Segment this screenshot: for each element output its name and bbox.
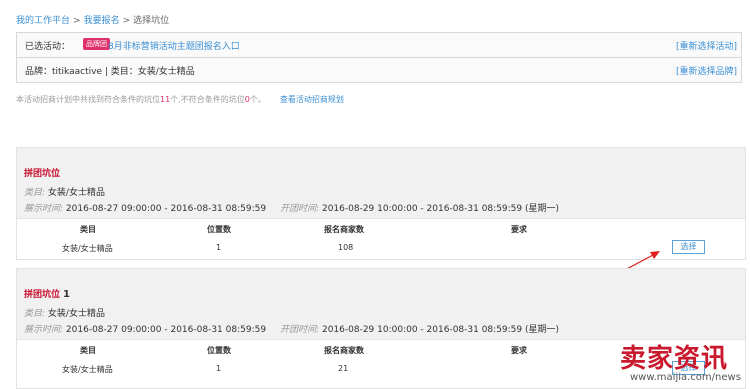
slot-times: 展示时间: 2016-08-27 09:00:00 - 2016-08-31 0… bbox=[24, 322, 559, 335]
show-time-value: 2016-08-27 09:00:00 - 2016-08-31 08:59:5… bbox=[65, 204, 267, 214]
matching-count: 11 bbox=[160, 95, 171, 104]
breadcrumb-separator: > bbox=[122, 16, 131, 26]
breadcrumb-separator: > bbox=[73, 16, 81, 26]
selected-activity-row: 已选活动： 品牌团 8月非标营销活动主题团报名入口 [重新选择活动] bbox=[16, 32, 742, 58]
cell-merchants: 108 bbox=[338, 243, 354, 252]
category-key: 类目: bbox=[24, 188, 46, 198]
category-value: 女装/女士精品 bbox=[47, 188, 105, 198]
header-merchants: 报名商家数 bbox=[324, 225, 364, 234]
activity-link[interactable]: 8月非标营销活动主题团报名入口 bbox=[108, 39, 240, 52]
header-merchants: 报名商家数 bbox=[324, 346, 364, 355]
slot-title: 拼团坑位 bbox=[24, 166, 63, 179]
slot-title-text: 拼团坑位 bbox=[24, 169, 61, 179]
slot-category: 类目: 女装/女士精品 bbox=[24, 185, 105, 198]
summary-prefix: 本活动招商计划中共找到符合条件的坑位 bbox=[16, 95, 160, 104]
cell-category: 女装/女士精品 bbox=[62, 244, 113, 253]
category-value: 女装/女士精品 bbox=[47, 309, 105, 319]
slot-card: 拼团坑位 类目: 女装/女士精品 展示时间: 2016-08-27 09:00:… bbox=[16, 147, 746, 260]
cell-positions: 1 bbox=[216, 364, 222, 373]
select-button[interactable]: 选择 bbox=[672, 240, 705, 254]
cell-category: 女装/女士精品 bbox=[62, 365, 113, 374]
reselect-brand-link[interactable]: [重新选择品牌] bbox=[676, 64, 737, 77]
watermark-title: 卖家资讯 bbox=[620, 344, 729, 374]
breadcrumb: 我的工作平台 > 我要报名 > 选择坑位 bbox=[16, 13, 169, 26]
slot-category: 类目: 女装/女士精品 bbox=[24, 306, 105, 319]
slot-title: 拼团坑位 1 bbox=[24, 287, 70, 300]
header-positions: 位置数 bbox=[207, 346, 231, 355]
view-plan-link[interactable]: 查看活动招商规划 bbox=[280, 95, 344, 104]
cell-positions: 1 bbox=[216, 243, 222, 252]
open-time-value: 2016-08-29 10:00:00 - 2016-08-31 08:59:5… bbox=[321, 325, 560, 335]
open-time-key: 开团时间: bbox=[280, 325, 320, 335]
slot-number: 1 bbox=[63, 289, 70, 300]
selected-activity-label: 已选活动： bbox=[25, 42, 71, 52]
header-positions: 位置数 bbox=[207, 225, 231, 234]
header-requirements: 要求 bbox=[511, 225, 527, 234]
show-time-key: 展示时间: bbox=[24, 325, 64, 335]
summary-mid: 个,不符合条件的坑位 bbox=[170, 95, 245, 104]
summary-text: 本活动招商计划中共找到符合条件的坑位11个,不符合条件的坑位0个。 查看活动招商规… bbox=[16, 94, 344, 105]
slot-times: 展示时间: 2016-08-27 09:00:00 - 2016-08-31 0… bbox=[24, 201, 559, 214]
breadcrumb-item-workbench[interactable]: 我的工作平台 bbox=[16, 16, 70, 26]
summary-suffix: 个。 bbox=[249, 95, 266, 104]
category-key: 类目: bbox=[24, 309, 46, 319]
cell-merchants: 21 bbox=[338, 364, 349, 373]
header-requirements: 要求 bbox=[511, 346, 527, 355]
breadcrumb-item-signup[interactable]: 我要报名 bbox=[84, 16, 120, 26]
open-time-key: 开团时间: bbox=[280, 204, 320, 214]
reselect-activity-link[interactable]: [重新选择活动] bbox=[676, 39, 737, 52]
activity-type-badge: 品牌团 bbox=[83, 38, 110, 50]
slot-title-text: 拼团坑位 bbox=[24, 290, 61, 300]
show-time-value: 2016-08-27 09:00:00 - 2016-08-31 08:59:5… bbox=[65, 325, 267, 335]
header-category: 类目 bbox=[80, 225, 96, 234]
breadcrumb-item-current: 选择坑位 bbox=[133, 16, 170, 26]
watermark-url: www.maijia.com/news bbox=[630, 372, 741, 383]
brand-row: 品牌：titikaactive | 类目：女装/女士精品 [重新选择品牌] bbox=[16, 57, 742, 83]
show-time-key: 展示时间: bbox=[24, 204, 64, 214]
watermark-logo: 卖家资讯 www.maijia.com/news bbox=[620, 338, 750, 387]
brand-info-text: 品牌：titikaactive | 类目：女装/女士精品 bbox=[25, 67, 195, 77]
header-category: 类目 bbox=[80, 346, 96, 355]
open-time-value: 2016-08-29 10:00:00 - 2016-08-31 08:59:5… bbox=[321, 204, 560, 214]
